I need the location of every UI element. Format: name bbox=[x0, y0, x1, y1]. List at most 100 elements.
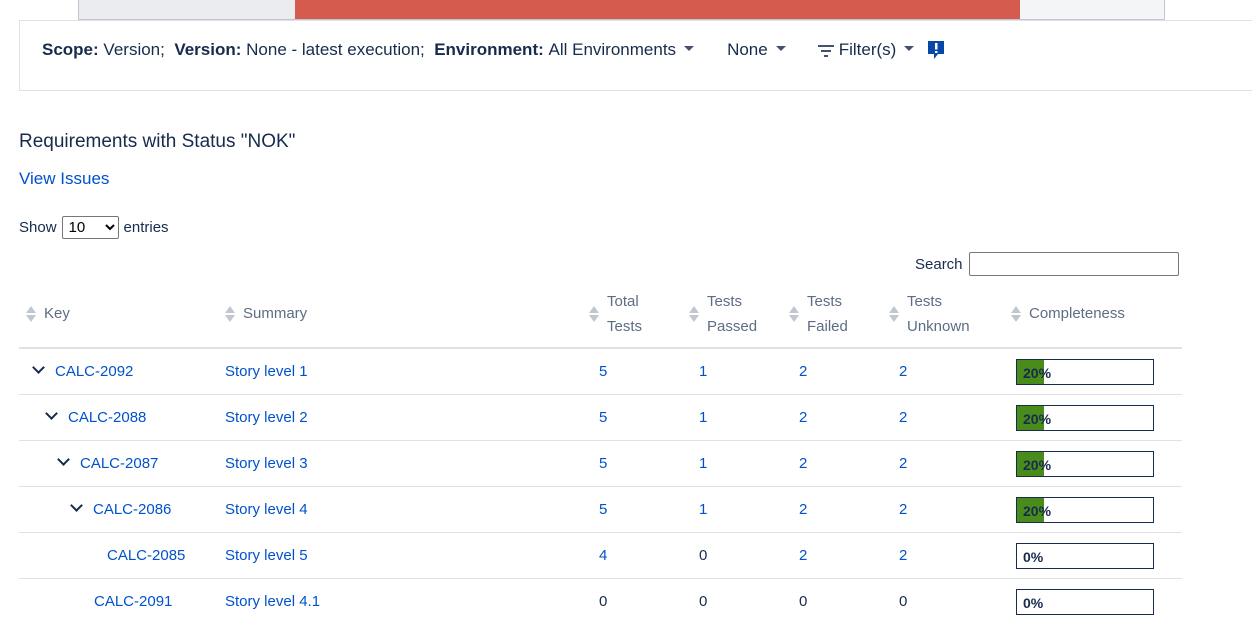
expand-chevron-icon[interactable] bbox=[32, 361, 45, 374]
column-tests-failed-label: TestsFailed bbox=[807, 289, 848, 339]
table-row: CALC-2085Story level 540220% bbox=[19, 533, 1182, 579]
column-completeness[interactable]: Completeness bbox=[1004, 280, 1182, 348]
column-summary[interactable]: Summary bbox=[225, 280, 599, 348]
column-total-tests[interactable]: TotalTests bbox=[599, 280, 699, 348]
summary-link[interactable]: Story level 4 bbox=[225, 501, 308, 518]
table-row: CALC-2086 Story level 4 5 1 2 2 20% bbox=[19, 487, 1182, 533]
cell-summary: Story level 2 bbox=[225, 395, 599, 441]
environment-value: All Environments bbox=[549, 40, 677, 60]
expand-chevron-icon[interactable] bbox=[45, 407, 58, 420]
requirement-key-link[interactable]: CALC-2092 bbox=[55, 363, 133, 380]
requirement-key-link[interactable]: CALC-2086 bbox=[93, 501, 171, 518]
cell-summary: Story level 3 bbox=[225, 441, 599, 487]
caret-down-icon bbox=[776, 46, 786, 51]
cell-total-tests: 5 bbox=[599, 395, 699, 441]
column-unknown-line2: Unknown bbox=[907, 318, 970, 335]
environment-dropdown[interactable]: All Environments bbox=[549, 40, 695, 60]
tests-unknown-link[interactable]: 2 bbox=[899, 363, 907, 380]
tests-failed-link[interactable]: 2 bbox=[799, 501, 807, 518]
cell-total-tests: 5 bbox=[599, 348, 699, 395]
column-tests-failed[interactable]: TestsFailed bbox=[799, 280, 899, 348]
tests-unknown-link[interactable]: 2 bbox=[899, 455, 907, 472]
column-unknown-line1: Tests bbox=[907, 293, 942, 310]
expand-chevron-icon[interactable] bbox=[70, 499, 83, 512]
completeness-bar: 0% bbox=[1016, 589, 1154, 615]
sort-icon bbox=[1011, 305, 1021, 323]
summary-link[interactable]: Story level 2 bbox=[225, 409, 308, 426]
none-dropdown-label: None bbox=[727, 40, 768, 60]
total-tests-link[interactable]: 5 bbox=[599, 455, 607, 472]
filter-icon bbox=[818, 45, 834, 57]
summary-link[interactable]: Story level 4.1 bbox=[225, 593, 320, 610]
tests-passed-value: 0 bbox=[699, 547, 707, 564]
cell-tests-unknown: 0 bbox=[899, 579, 1004, 624]
tests-failed-link[interactable]: 2 bbox=[799, 455, 807, 472]
cell-tests-passed: 1 bbox=[699, 441, 799, 487]
requirement-key-link[interactable]: CALC-2085 bbox=[107, 547, 185, 564]
scope-label: Scope: bbox=[42, 40, 99, 60]
tests-unknown-link[interactable]: 2 bbox=[899, 547, 907, 564]
version-label: Version: bbox=[174, 40, 241, 60]
tests-passed-link[interactable]: 1 bbox=[699, 363, 707, 380]
search-label: Search bbox=[915, 256, 963, 273]
completeness-bar: 20% bbox=[1016, 359, 1154, 385]
entries-length-control: Show 10 entries bbox=[19, 216, 169, 239]
caret-down-icon bbox=[904, 46, 914, 51]
requirement-key-link[interactable]: CALC-2088 bbox=[68, 409, 146, 426]
tests-passed-link[interactable]: 1 bbox=[699, 455, 707, 472]
cell-tests-failed: 2 bbox=[799, 441, 899, 487]
search-control: Search bbox=[915, 252, 1179, 276]
cell-summary: Story level 1 bbox=[225, 348, 599, 395]
total-tests-link[interactable]: 5 bbox=[599, 501, 607, 518]
tests-unknown-link[interactable]: 2 bbox=[899, 409, 907, 426]
sort-icon bbox=[789, 305, 799, 323]
tests-passed-link[interactable]: 1 bbox=[699, 409, 707, 426]
summary-link[interactable]: Story level 5 bbox=[225, 547, 308, 564]
tests-passed-link[interactable]: 1 bbox=[699, 501, 707, 518]
requirement-key-link[interactable]: CALC-2087 bbox=[80, 455, 158, 472]
version-value: None - latest execution; bbox=[246, 40, 425, 60]
completeness-text: 20% bbox=[1023, 365, 1051, 381]
cell-summary: Story level 5 bbox=[225, 533, 599, 579]
search-input[interactable] bbox=[969, 252, 1179, 276]
table-row: CALC-2088Story level 2512220% bbox=[19, 395, 1182, 441]
view-issues-link[interactable]: View Issues bbox=[19, 169, 109, 189]
cell-tests-passed: 1 bbox=[699, 395, 799, 441]
tests-unknown-link[interactable]: 2 bbox=[899, 501, 907, 518]
cell-completeness: 0% bbox=[1004, 579, 1182, 624]
cell-tests-unknown: 2 bbox=[899, 441, 1004, 487]
scope-value: Version; bbox=[103, 40, 164, 60]
requirement-key-link[interactable]: CALC-2091 bbox=[94, 593, 172, 610]
total-tests-link[interactable]: 5 bbox=[599, 409, 607, 426]
tests-failed-link[interactable]: 2 bbox=[799, 363, 807, 380]
cell-tests-passed: 0 bbox=[699, 579, 799, 624]
tests-unknown-value: 0 bbox=[899, 593, 907, 610]
column-tests-passed[interactable]: TestsPassed bbox=[699, 280, 799, 348]
tests-failed-link[interactable]: 2 bbox=[799, 547, 807, 564]
column-passed-line1: Tests bbox=[707, 293, 742, 310]
sort-icon bbox=[689, 305, 699, 323]
none-dropdown[interactable]: None bbox=[727, 40, 786, 60]
filter-dropdown[interactable]: Filter(s) bbox=[818, 40, 915, 60]
total-tests-link[interactable]: 4 bbox=[599, 547, 607, 564]
column-key[interactable]: Key bbox=[19, 280, 225, 348]
summary-link[interactable]: Story level 3 bbox=[225, 455, 308, 472]
column-tests-unknown[interactable]: Tests Unknown bbox=[899, 280, 1004, 348]
total-tests-link[interactable]: 5 bbox=[599, 363, 607, 380]
cell-tests-passed: 0 bbox=[699, 533, 799, 579]
expand-chevron-icon[interactable] bbox=[57, 453, 70, 466]
table-row: CALC-2092 Story level 1 5 1 2 2 20% bbox=[19, 348, 1182, 395]
feedback-icon[interactable] bbox=[926, 40, 946, 60]
column-tests-unknown-label: Tests Unknown bbox=[907, 289, 970, 339]
sort-icon bbox=[26, 305, 36, 323]
top-status-bar bbox=[78, 0, 1165, 20]
column-failed-line2: Failed bbox=[807, 318, 848, 335]
bar-segment-gray bbox=[79, 0, 295, 19]
entries-select[interactable]: 10 bbox=[62, 216, 119, 239]
cell-key: CALC-2092 bbox=[19, 348, 225, 395]
completeness-bar: 20% bbox=[1016, 497, 1154, 523]
cell-key: CALC-2085 bbox=[19, 533, 225, 579]
summary-link[interactable]: Story level 1 bbox=[225, 363, 308, 380]
tests-failed-link[interactable]: 2 bbox=[799, 409, 807, 426]
column-summary-label: Summary bbox=[243, 301, 307, 326]
